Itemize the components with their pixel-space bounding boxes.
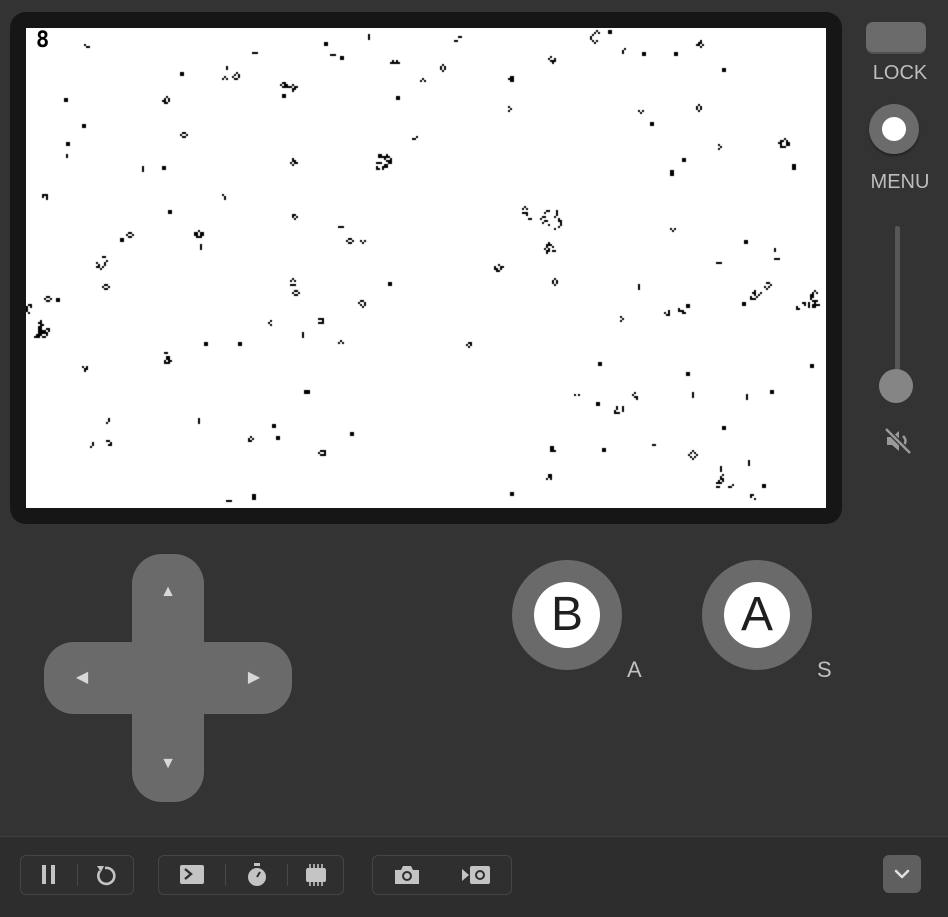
cpu-chip-icon: [306, 864, 326, 886]
game-screen[interactable]: 8: [26, 28, 826, 508]
dpad-left-icon[interactable]: ◀: [72, 670, 92, 690]
dpad-down-icon[interactable]: ▼: [158, 756, 178, 776]
stopwatch-button[interactable]: [231, 856, 283, 894]
dpad[interactable]: ▲ ▼ ◀ ▶: [44, 554, 292, 802]
separator: [287, 864, 288, 886]
fps-counter: 8: [36, 28, 50, 53]
volume-slider-track[interactable]: [895, 226, 900, 386]
capture-group: [372, 855, 512, 895]
separator: [225, 864, 226, 886]
console-button[interactable]: [165, 856, 217, 894]
lock-button[interactable]: [866, 22, 926, 54]
volume-slider-thumb[interactable]: [879, 369, 913, 403]
menu-label: MENU: [870, 171, 930, 193]
menu-button[interactable]: [869, 104, 919, 154]
side-controls: LOCK MENU: [852, 0, 948, 520]
pause-icon: [42, 865, 55, 884]
playback-group: [20, 855, 134, 895]
collapse-button[interactable]: [883, 855, 921, 893]
cpu-button[interactable]: [289, 856, 341, 894]
dpad-right-icon[interactable]: ▶: [244, 670, 264, 690]
separator: [77, 864, 78, 886]
chevron-down-icon: [894, 869, 910, 879]
debug-group: [158, 855, 344, 895]
dpad-up-icon[interactable]: ▲: [158, 584, 178, 604]
record-button[interactable]: [447, 856, 499, 894]
a-button-label: A: [724, 582, 790, 648]
lock-label: LOCK: [872, 62, 928, 84]
bottom-toolbar: [0, 836, 948, 917]
game-of-life-canvas[interactable]: [26, 28, 826, 508]
b-button-label: B: [534, 582, 600, 648]
a-button[interactable]: A: [702, 560, 812, 670]
pause-button[interactable]: [23, 856, 75, 894]
camera-icon: [395, 866, 419, 884]
screenshot-button[interactable]: [379, 856, 431, 894]
restart-icon: [97, 866, 116, 886]
b-button[interactable]: B: [512, 560, 622, 670]
restart-button[interactable]: [79, 856, 131, 894]
stopwatch-icon: [248, 863, 266, 886]
speaker-muted-icon[interactable]: [882, 425, 914, 457]
menu-button-dot: [882, 117, 906, 141]
console-icon: [180, 865, 204, 884]
record-video-icon: [462, 866, 490, 884]
screen-bezel: 8: [10, 12, 842, 524]
a-button-key-hint: S: [817, 657, 832, 682]
b-button-key-hint: A: [627, 657, 642, 682]
